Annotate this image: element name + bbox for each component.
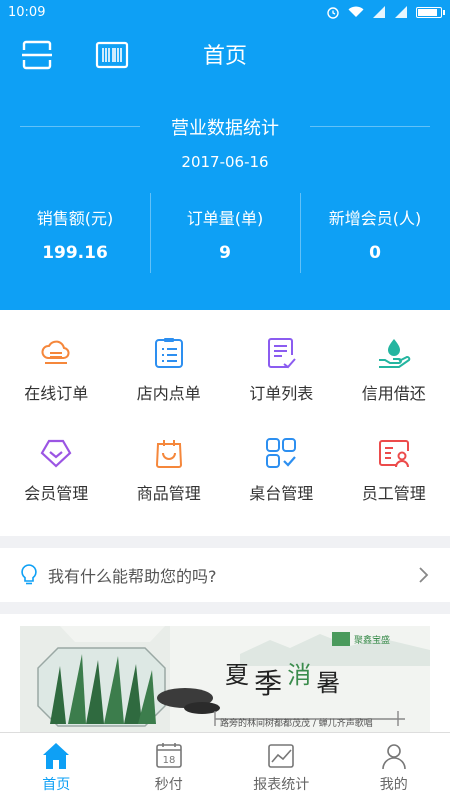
help-text: 我有什么能帮助您的吗?: [48, 567, 217, 586]
grid-item-product-management[interactable]: 商品管理: [113, 436, 226, 529]
stats-title-row: 营业数据统计: [0, 108, 450, 144]
grid-item-online-order[interactable]: 在线订单: [0, 336, 113, 429]
banner-section: 夏 季 消 暑 路旁的林间树都都茂茂 / 蝉儿齐声歌唱 聚鑫宝盛: [0, 614, 450, 732]
grid-item-label: 桌台管理: [249, 484, 314, 503]
banner-title-char: 暑: [316, 669, 341, 697]
status-bar: 10:09: [0, 0, 450, 24]
stat-value: 0: [369, 243, 381, 263]
stats-summary: 销售额(元) 199.16 订单量(单) 9 新增会员(人) 0: [0, 193, 450, 273]
top-bar: 首页: [0, 24, 450, 92]
tab-label: 首页: [42, 777, 71, 793]
stat-new-members[interactable]: 新增会员(人) 0: [300, 193, 450, 273]
help-bar[interactable]: 我有什么能帮助您的吗?: [0, 548, 450, 602]
grid-item-credit-borrow[interactable]: 信用借还: [338, 336, 450, 429]
calendar-badge: 18: [162, 755, 175, 766]
grid-item-label: 在线订单: [24, 384, 89, 403]
stats-date: 2017-06-16: [181, 153, 269, 171]
banner-title-char: 消: [287, 661, 312, 689]
hand-drop-icon: [378, 339, 410, 368]
stats-title: 营业数据统计: [171, 118, 279, 139]
order-list-icon: [268, 338, 297, 369]
grid-item-order-list[interactable]: 订单列表: [225, 336, 338, 429]
stat-label: 销售额(元): [36, 209, 114, 228]
stat-orders[interactable]: 订单量(单) 9: [150, 193, 300, 273]
grid-item-label: 会员管理: [24, 484, 89, 503]
banner-title-char: 季: [254, 667, 283, 700]
signal-icon-2: [395, 6, 407, 18]
tab-profile[interactable]: 我的: [338, 733, 450, 800]
cloud-order-icon: [41, 340, 70, 364]
grid-item-label: 店内点单: [136, 384, 201, 403]
user-icon: [381, 744, 406, 770]
staff-card-icon: [378, 440, 409, 468]
stat-value: 199.16: [42, 243, 108, 263]
grid-item-label: 员工管理: [361, 484, 426, 503]
grid-item-label: 商品管理: [136, 484, 201, 503]
member-diamond-icon: [40, 439, 72, 468]
tab-reports[interactable]: 报表统计: [225, 733, 338, 800]
banner-brand: 聚鑫宝盛: [354, 636, 391, 646]
alarm-icon: [327, 7, 339, 19]
chevron-right-icon: [419, 567, 429, 583]
header-panel: 首页 营业数据统计 2017-06-16 销售额(元) 199.16 订单量(单…: [0, 24, 450, 310]
tab-home[interactable]: 首页: [0, 733, 113, 800]
chart-icon: [268, 744, 295, 768]
divider-right: [310, 126, 430, 127]
grid-item-member-management[interactable]: 会员管理: [0, 436, 113, 529]
grid-item-staff-management[interactable]: 员工管理: [338, 436, 450, 529]
status-time: 10:09: [8, 4, 46, 20]
table-grid-icon: [266, 438, 297, 468]
promo-banner[interactable]: 夏 季 消 暑 路旁的林间树都都茂茂 / 蝉儿齐声歌唱 聚鑫宝盛: [20, 626, 430, 732]
grid-item-instore-order[interactable]: 店内点单: [113, 336, 226, 429]
grid-item-table-management[interactable]: 桌台管理: [225, 436, 338, 529]
stat-label: 新增会员(人): [328, 209, 422, 228]
stat-label: 订单量(单): [186, 209, 264, 228]
banner-title-char: 夏: [225, 661, 249, 689]
stat-value: 9: [219, 243, 231, 263]
bottom-tab-bar: 首页 18 秒付 报表统计 我的: [0, 732, 450, 800]
banner-subtitle: 路旁的林间树都都茂茂 / 蝉儿齐声歌唱: [220, 719, 373, 729]
shopping-bag-icon: [155, 440, 182, 468]
signal-icon: [373, 6, 385, 18]
tab-label: 秒付: [154, 777, 183, 793]
grid-item-label: 订单列表: [249, 384, 314, 403]
tab-quick-pay[interactable]: 18 秒付: [113, 733, 226, 800]
wifi-icon: [348, 6, 364, 17]
lightbulb-icon: [21, 564, 37, 585]
battery-icon: [416, 6, 445, 18]
calendar-icon: 18: [155, 743, 182, 768]
tab-label: 我的: [379, 777, 408, 793]
banner-title: 夏 季 消 暑: [225, 652, 340, 700]
tab-label: 报表统计: [253, 777, 310, 793]
clipboard-list-icon: [154, 338, 183, 368]
grid-item-label: 信用借还: [361, 384, 426, 403]
stat-sales[interactable]: 销售额(元) 199.16: [0, 193, 150, 273]
function-grid: 在线订单 店内点单 订单列表 信用借还 会员管理 商品管理 桌台管理 员工管理: [0, 310, 450, 536]
page-title: 首页: [202, 44, 247, 69]
home-icon: [43, 743, 70, 769]
